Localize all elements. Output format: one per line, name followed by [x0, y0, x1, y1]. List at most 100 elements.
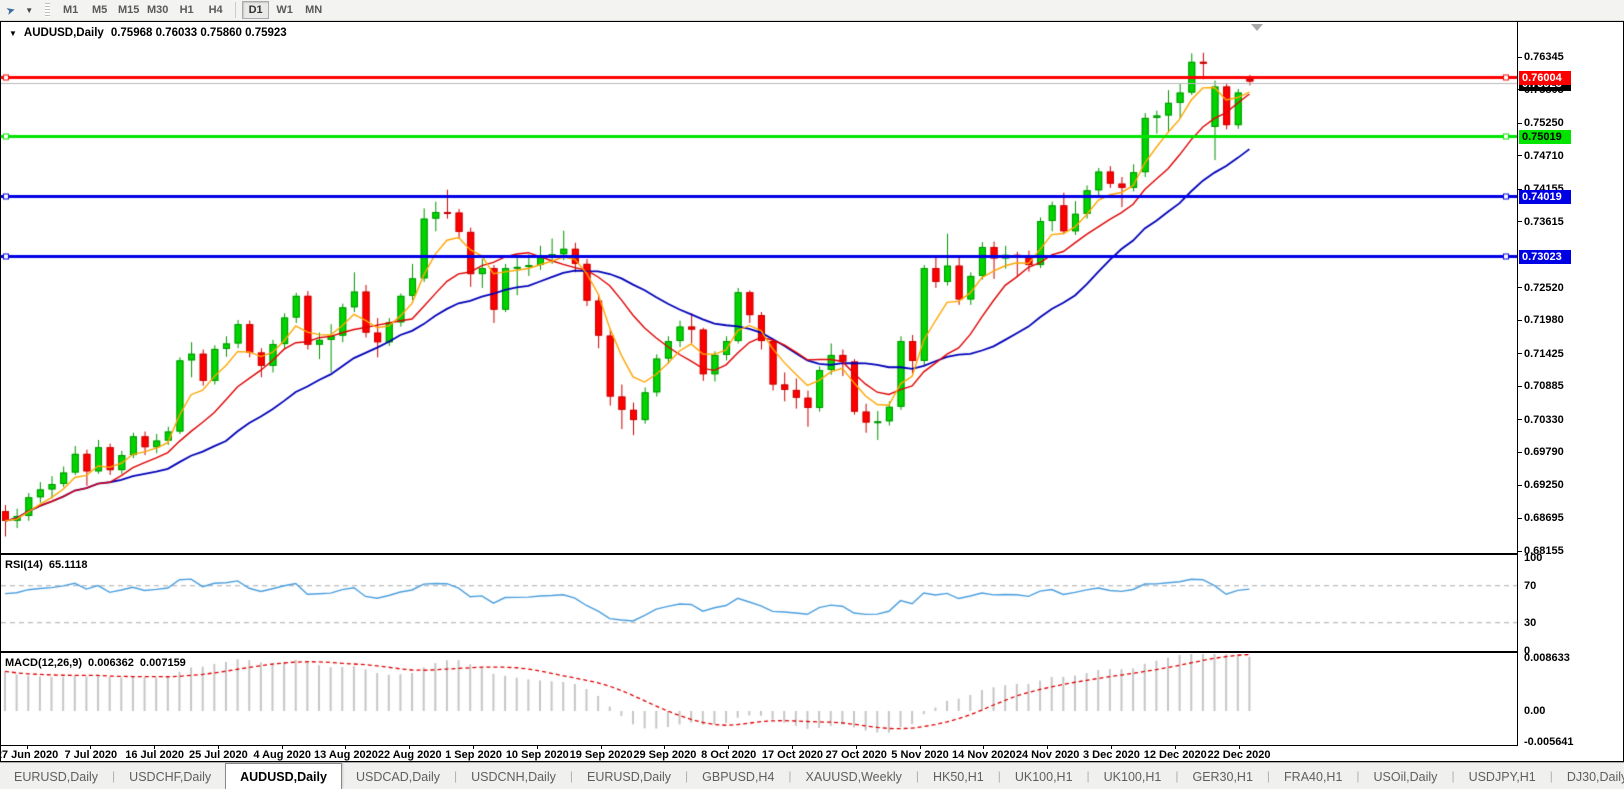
- price-tick: [1517, 320, 1522, 321]
- price-tick-label: 0.73615: [1524, 215, 1564, 228]
- macd-axis-label: 0.008633: [1524, 652, 1570, 664]
- main-chart-canvas[interactable]: [1, 22, 1517, 553]
- price-tick-label: 0.69250: [1524, 479, 1564, 491]
- date-label: 13 Aug 2020: [314, 749, 378, 761]
- rsi-indicator-label: RSI(14) 65.1118: [5, 559, 87, 571]
- rsi-axis-label: 30: [1524, 616, 1537, 629]
- macd-axis-label: 0.00: [1524, 705, 1546, 717]
- macd-name: MACD(12,26,9): [5, 657, 83, 669]
- timeframe-button-h4[interactable]: H4: [202, 1, 229, 19]
- chart-tab-bar: EURUSD,Daily | USDCHF,Daily AUDUSD,Daily USD…: [0, 762, 1624, 789]
- macd-main-value: 0.006362: [88, 657, 134, 669]
- price-tick: [1517, 518, 1522, 519]
- cursor-tool-button[interactable]: ➤: [2, 1, 19, 20]
- price-level-tag: 0.75019: [1519, 130, 1571, 145]
- date-label: 24 Nov 2020: [1015, 749, 1080, 761]
- panel-separator[interactable]: [1, 651, 1517, 653]
- date-label: 1 Sep 2020: [445, 749, 502, 761]
- price-tick-label: 0.70885: [1524, 380, 1564, 393]
- timeframe-button-m5[interactable]: M5: [86, 1, 113, 19]
- price-tick: [1517, 155, 1522, 156]
- tab-ger30-h1[interactable]: GER30,H1: [1178, 765, 1266, 789]
- timeframe-button-mn[interactable]: MN: [300, 1, 327, 19]
- rsi-name: RSI(14): [5, 559, 43, 571]
- timeframe-button-group: M1 M5 M15 M30 H1 H4 D1 W1 MN: [56, 1, 328, 19]
- price-tick: [1517, 57, 1522, 58]
- timeframe-button-m1[interactable]: M1: [57, 1, 84, 19]
- timeframe-button-d1[interactable]: D1: [242, 1, 270, 19]
- tab-eurusd-daily[interactable]: EURUSD,Daily: [573, 765, 685, 789]
- tab-usdcnh-daily[interactable]: USDCNH,Daily: [457, 765, 570, 789]
- macd-signal-value: 0.007159: [139, 657, 186, 669]
- date-label: 14 Nov 2020: [952, 749, 1016, 761]
- date-label: 8 Oct 2020: [701, 749, 757, 761]
- cursor-icon: ➤: [4, 3, 17, 18]
- date-label: 4 Aug 2020: [253, 749, 311, 761]
- tab-fra40-h1[interactable]: FRA40,H1: [1270, 765, 1356, 789]
- date-label: 29 Sep 2020: [633, 749, 697, 761]
- price-tick: [1517, 419, 1522, 420]
- timeframe-button-h1[interactable]: H1: [173, 1, 200, 19]
- tab-audusd-daily[interactable]: AUDUSD,Daily: [225, 763, 342, 789]
- price-level-tag: 0.74019: [1519, 190, 1571, 205]
- panel-separator[interactable]: [1, 553, 1517, 555]
- date-label: 16 Jul 2020: [125, 749, 184, 761]
- price-level-tag: 0.76004: [1519, 70, 1571, 85]
- price-tick-label: 0.68695: [1524, 512, 1564, 525]
- macd-axis-label: -0.005641: [1524, 736, 1574, 748]
- timeframe-button-m30[interactable]: M30: [144, 1, 171, 19]
- rsi-axis-label: 70: [1524, 579, 1537, 592]
- price-level-tag: 0.73023: [1519, 250, 1571, 265]
- price-tick: [1517, 287, 1522, 288]
- date-label: 3 Dec 2020: [1082, 749, 1140, 761]
- price-tick-label: 0.71980: [1524, 314, 1564, 327]
- toolbar-separator: [235, 2, 237, 18]
- price-tick: [1517, 452, 1522, 453]
- chart-symbol-period: AUDUSD,Daily: [23, 27, 104, 39]
- date-label: 22 Aug 2020: [377, 749, 442, 761]
- toolbar-grip: [45, 3, 51, 17]
- dropdown-caret-icon: ▼: [25, 5, 34, 15]
- toolbar-dropdown-button[interactable]: ▼: [21, 1, 37, 20]
- date-label: 19 Sep 2020: [569, 749, 633, 761]
- price-tick: [1517, 353, 1522, 354]
- tab-uk100-h1[interactable]: UK100,H1: [1001, 765, 1087, 789]
- chart-shift-marker-icon[interactable]: [1251, 24, 1263, 31]
- date-label: 10 Sep 2020: [505, 749, 569, 761]
- tab-usdjpy-h1[interactable]: USDJPY,H1: [1455, 765, 1550, 789]
- tab-uk100-h1[interactable]: UK100,H1: [1090, 765, 1176, 789]
- price-tick: [1517, 485, 1522, 486]
- rsi-panel-canvas[interactable]: [1, 556, 1517, 651]
- tab-gbpusd-h4[interactable]: GBPUSD,H4: [688, 765, 788, 789]
- chart-window: ▼ AUDUSD,Daily 0.75968 0.76033 0.75860 0…: [0, 21, 1624, 762]
- timeframe-button-w1[interactable]: W1: [271, 1, 298, 19]
- price-tick: [1517, 386, 1522, 387]
- date-label: 27 Oct 2020: [825, 749, 887, 761]
- date-label: 17 Oct 2020: [761, 749, 824, 761]
- tab-usdchf-daily[interactable]: USDCHF,Daily: [115, 765, 225, 789]
- date-label: 5 Nov 2020: [891, 749, 949, 761]
- tab-usoil-daily[interactable]: USOil,Daily: [1360, 765, 1452, 789]
- tab-xauusd-weekly[interactable]: XAUUSD,Weekly: [792, 765, 916, 789]
- date-label: 25 Jul 2020: [189, 749, 248, 761]
- date-label: 27 Jun 2020: [0, 749, 59, 761]
- top-toolbar: ➤ ▼ M1 M5 M15 M30 H1 H4 D1 W1 MN: [0, 0, 1624, 21]
- macd-panel-canvas[interactable]: [1, 654, 1517, 745]
- chart-title: ▼ AUDUSD,Daily 0.75968 0.76033 0.75860 0…: [9, 27, 287, 39]
- rsi-value: 65.1118: [48, 559, 88, 571]
- date-label: 22 Dec 2020: [1207, 749, 1271, 761]
- price-tick-label: 0.72520: [1524, 281, 1564, 294]
- price-tick: [1517, 551, 1522, 552]
- tab-dj30-daily[interactable]: DJ30,Daily: [1553, 765, 1624, 789]
- tab-eurusd-daily[interactable]: EURUSD,Daily: [0, 765, 112, 789]
- collapse-indicator-icon[interactable]: ▼: [9, 29, 17, 38]
- tab-hk50-h1[interactable]: HK50,H1: [919, 765, 998, 789]
- price-tick: [1517, 221, 1522, 222]
- price-tick-label: 0.75250: [1524, 117, 1564, 130]
- price-tick-label: 0.76345: [1524, 51, 1564, 64]
- timeframe-button-m15[interactable]: M15: [115, 1, 142, 19]
- price-tick: [1517, 123, 1522, 124]
- price-tick-label: 0.71425: [1524, 347, 1564, 360]
- tab-usdcad-daily[interactable]: USDCAD,Daily: [342, 765, 454, 789]
- date-label: 12 Dec 2020: [1143, 749, 1207, 761]
